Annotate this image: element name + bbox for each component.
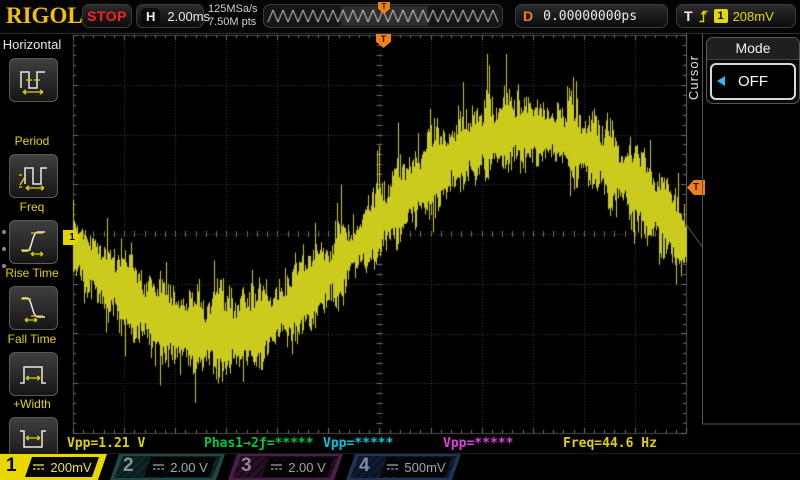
channel-1-scale-box: 200mV xyxy=(25,457,99,477)
channel-4-number: 4 xyxy=(359,455,370,477)
mode-panel: Mode OFF xyxy=(706,37,800,104)
memory-depth: 7.50M pts xyxy=(208,16,258,29)
period-icon xyxy=(17,65,51,95)
measure-button-freq[interactable] xyxy=(9,154,58,198)
channel-4-scale: 500mV xyxy=(404,460,445,475)
channel-1-number: 1 xyxy=(6,455,17,477)
channel-1-block[interactable]: 1 200mV xyxy=(0,454,107,480)
channel-3-number: 3 xyxy=(241,455,252,477)
timebase-box[interactable]: H 2.00ms xyxy=(136,4,204,28)
trigger-source-badge: 1 xyxy=(714,9,728,23)
measure-menu: Horizontal Period Freq xyxy=(0,34,64,453)
channel-2-scale-box: 2.00 V xyxy=(144,457,216,477)
trigger-level-value: 208mV xyxy=(733,9,774,24)
sample-rate: 125MSa/s xyxy=(208,3,258,16)
minus-width-icon xyxy=(17,424,51,454)
measurement-bar: Vpp=1.21 V Phas1→2ƒ=***** Vpp=***** Vpp=… xyxy=(64,436,800,453)
dc-coupling-icon xyxy=(32,462,45,472)
measurement-vpp2: Vpp=***** xyxy=(323,436,393,451)
channel-status-bar: 1 200mV 2 2.00 V xyxy=(0,453,800,480)
measure-button-rise-time[interactable] xyxy=(9,220,58,264)
trigger-label: T xyxy=(684,8,693,24)
oscilloscope-screen: RIGOL STOP H 2.00ms 125MSa/s 7.50M pts T… xyxy=(0,0,800,480)
mode-section-title: Mode xyxy=(707,38,799,60)
measurement-freq: Freq=44.6 Hz xyxy=(563,436,657,451)
plus-width-icon xyxy=(17,359,51,389)
waveform-preview-strip[interactable]: T xyxy=(263,4,503,28)
cursor-mode-value: OFF xyxy=(738,73,768,90)
measure-label-rise-time: Rise Time xyxy=(0,266,64,280)
channel-2-scale: 2.00 V xyxy=(170,460,208,475)
cursor-menu-panel: Cursor Mode OFF xyxy=(684,33,800,453)
freq-icon xyxy=(17,161,51,191)
channel-1-scale: 200mV xyxy=(50,460,91,475)
channel-2-number: 2 xyxy=(123,455,134,477)
fall-time-icon xyxy=(17,293,51,323)
waveform-canvas xyxy=(64,33,690,435)
measure-label-fall-time: Fall Time xyxy=(0,332,64,346)
measure-label-plus-width: +Width xyxy=(0,397,64,411)
trigger-info-box[interactable]: T 1 208mV xyxy=(676,4,796,28)
graticule-area: T 1 T xyxy=(64,33,690,435)
rise-time-icon xyxy=(17,227,51,257)
measurement-vpp1: Vpp=1.21 V xyxy=(67,436,145,451)
rising-edge-icon xyxy=(698,9,709,24)
dc-coupling-icon xyxy=(152,462,165,472)
dc-coupling-icon xyxy=(270,462,283,472)
cursor-tab-label: Cursor xyxy=(686,55,701,100)
delay-value: 0.00000000ps xyxy=(543,9,637,24)
channel-2-block[interactable]: 2 2.00 V xyxy=(110,454,225,480)
timebase-value: 2.00ms xyxy=(167,9,210,24)
left-arrow-icon xyxy=(717,76,725,86)
measurement-vpp3: Vpp=***** xyxy=(443,436,513,451)
channel-4-scale-box: 500mV xyxy=(380,457,452,477)
channel-3-block[interactable]: 3 2.00 V xyxy=(228,454,343,480)
measurement-phase: Phas1→2ƒ=***** xyxy=(204,436,314,451)
channel-3-scale: 2.00 V xyxy=(288,460,326,475)
channel-4-block[interactable]: 4 500mV xyxy=(346,454,461,480)
rigol-logo: RIGOL xyxy=(6,3,83,29)
cursor-mode-button[interactable]: OFF xyxy=(710,63,796,100)
run-stop-indicator[interactable]: STOP xyxy=(82,4,132,28)
acquisition-info: 125MSa/s 7.50M pts xyxy=(208,3,258,29)
measure-label-period: Period xyxy=(0,134,64,148)
measure-label-freq: Freq xyxy=(0,200,64,214)
horizontal-label: H xyxy=(141,8,160,25)
measure-button-plus-width[interactable] xyxy=(9,352,58,396)
measure-button-period[interactable] xyxy=(9,58,58,102)
measure-menu-title: Horizontal xyxy=(0,34,64,52)
delay-box: D 0.00000000ps xyxy=(515,4,668,28)
measure-button-fall-time[interactable] xyxy=(9,286,58,330)
channel-3-scale-box: 2.00 V xyxy=(262,457,334,477)
top-status-bar: RIGOL STOP H 2.00ms 125MSa/s 7.50M pts T… xyxy=(0,0,800,34)
dc-coupling-icon xyxy=(386,462,399,472)
menu-page-dots xyxy=(2,230,6,268)
delay-label: D xyxy=(523,8,533,24)
